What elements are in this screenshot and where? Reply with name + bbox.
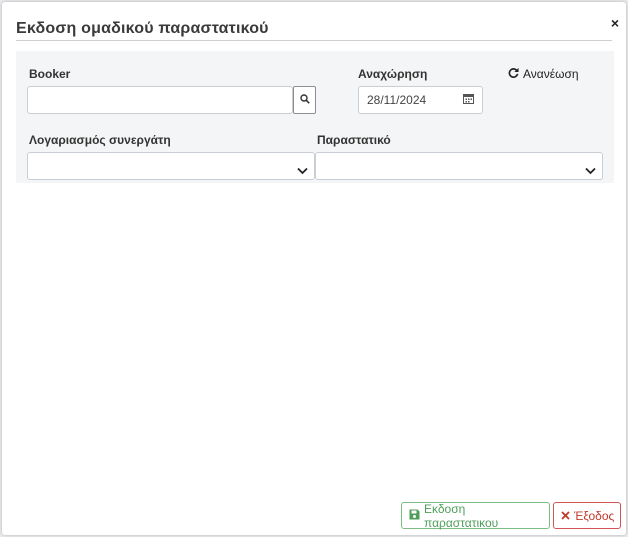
chevron-down-icon [585, 162, 596, 180]
exit-label: Έξοδος [574, 508, 615, 523]
save-icon [409, 509, 420, 523]
booker-search-button[interactable] [293, 86, 316, 114]
partner-account-select[interactable] [27, 152, 315, 180]
document-label: Παραστατικό [317, 133, 391, 147]
document-select[interactable] [315, 152, 603, 180]
close-icon[interactable]: × [611, 15, 619, 31]
search-icon [299, 91, 310, 109]
departure-label: Αναχώρηση [358, 67, 428, 81]
refresh-icon [508, 67, 519, 81]
calendar-icon[interactable] [463, 93, 474, 107]
issue-document-button[interactable]: Εκδοση παραστατικου [401, 501, 550, 530]
booker-input[interactable] [27, 86, 293, 114]
form-panel: Booker Αναχώρηση 28/11/2024 Ανανέωση Λογ… [16, 51, 614, 183]
refresh-label: Ανανέωση [523, 67, 579, 81]
title-divider [16, 40, 612, 41]
refresh-button[interactable]: Ανανέωση [508, 67, 579, 81]
exit-button[interactable]: Έξοδος [553, 502, 621, 529]
issue-document-label: Εκδοση παραστατικου [424, 501, 499, 530]
modal-title: Εκδοση ομαδικού παραστατικού [16, 20, 269, 37]
chevron-down-icon [297, 162, 308, 180]
booker-label: Booker [29, 67, 71, 81]
issue-group-document-modal: Εκδοση ομαδικού παραστατικού × Booker Αν… [2, 2, 626, 535]
departure-date-input[interactable]: 28/11/2024 [358, 86, 483, 114]
departure-date-value: 28/11/2024 [367, 93, 427, 107]
times-icon [561, 509, 570, 523]
partner-account-label: Λογαριασμός συνεργάτη [29, 133, 171, 147]
